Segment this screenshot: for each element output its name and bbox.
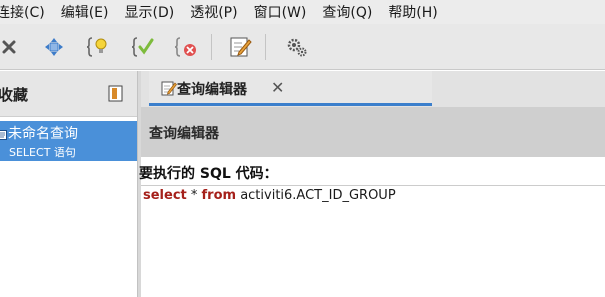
favorites-header: 收藏 <box>0 71 137 117</box>
editor-header: 查询编辑器 <box>141 107 605 157</box>
code-star: * <box>186 188 202 203</box>
menu-bar: 连接(C) 编辑(E) 显示(D) 透视(P) 窗口(W) 查询(Q) 帮助(H… <box>0 0 605 24</box>
keyword-select: select <box>143 188 187 203</box>
menu-view[interactable]: 显示(D) <box>116 2 182 22</box>
delete-brace-icon[interactable] <box>174 34 200 60</box>
code-table: activiti6.ACT_ID_GROUP <box>236 188 396 203</box>
toolbar <box>0 24 605 70</box>
editor-tabstrip: 查询编辑器 ✕ <box>141 71 605 107</box>
tab-close-icon[interactable]: ✕ <box>271 78 284 97</box>
settings-gears-icon[interactable] <box>284 34 310 60</box>
favorite-name: 未命名查询 <box>8 126 78 142</box>
move-icon[interactable] <box>41 34 67 60</box>
check-brace-icon[interactable] <box>131 34 157 60</box>
query-file-icon <box>0 125 7 140</box>
tab-label: 查询编辑器 <box>177 82 247 98</box>
toolbar-separator <box>211 34 212 60</box>
favorites-list: 未命名查询 SELECT 语句 <box>0 117 137 297</box>
favorites-title: 收藏 <box>0 86 29 104</box>
keyword-from: from <box>201 188 237 203</box>
editor-title: 查询编辑器 <box>149 126 219 142</box>
sql-prompt-label: 要执行的 SQL 代码： <box>139 166 278 182</box>
code-line: select * from activiti6.ACT_ID_GROUP <box>143 188 396 203</box>
bookmark-icon[interactable] <box>108 85 124 102</box>
close-icon[interactable] <box>0 34 22 60</box>
editor-body: 要执行的 SQL 代码： select * from activiti6.ACT… <box>139 157 605 297</box>
favorite-type: SELECT 语句 <box>9 146 76 159</box>
edit-note-icon <box>161 80 177 96</box>
menu-help[interactable]: 帮助(H) <box>380 2 445 22</box>
menu-edit[interactable]: 编辑(E) <box>53 2 117 22</box>
menu-window[interactable]: 窗口(W) <box>246 2 315 22</box>
menu-connect[interactable]: 连接(C) <box>0 2 53 22</box>
menu-query[interactable]: 查询(Q) <box>314 2 380 22</box>
edit-note-icon[interactable] <box>227 34 253 60</box>
toolbar-separator <box>265 34 266 60</box>
tab-query-editor[interactable]: 查询编辑器 ✕ <box>149 71 432 106</box>
list-item-favorite-query[interactable]: 未命名查询 SELECT 语句 <box>0 121 137 161</box>
menu-perspective[interactable]: 透视(P) <box>182 2 245 22</box>
bulb-brace-icon[interactable] <box>86 34 112 60</box>
sql-code-editor[interactable]: select * from activiti6.ACT_ID_GROUP <box>141 185 605 297</box>
